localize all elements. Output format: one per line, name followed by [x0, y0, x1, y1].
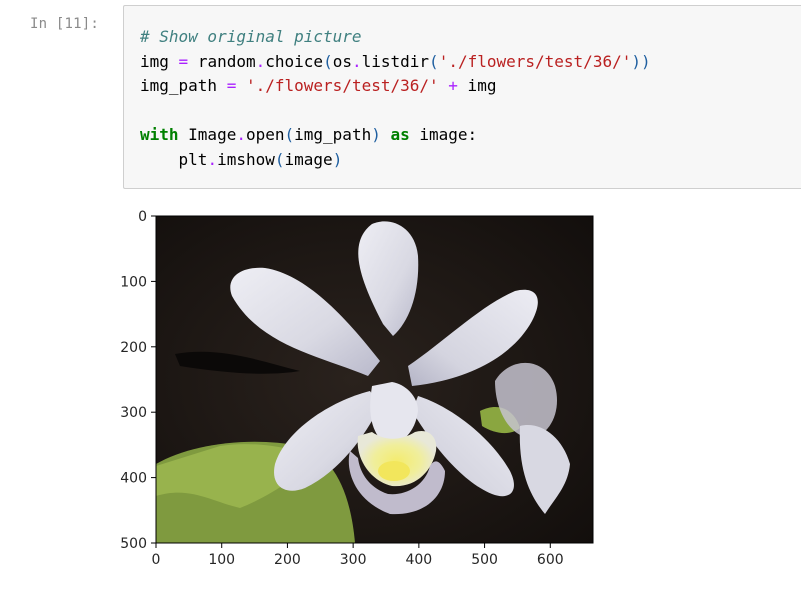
- x-tick-label: 0: [152, 552, 161, 568]
- y-tick-label: 100: [120, 274, 147, 290]
- x-tick-label: 600: [537, 552, 564, 568]
- x-tick-label: 300: [340, 552, 367, 568]
- orchid-image: [156, 216, 593, 543]
- code-token: img: [140, 51, 169, 71]
- code-token: as: [390, 125, 410, 144]
- code-token: ): [332, 149, 343, 169]
- code-editor[interactable]: # Show original picture img = random.choi…: [140, 25, 651, 172]
- code-token: (: [274, 149, 285, 169]
- code-token: choice: [265, 51, 324, 71]
- code-token: listdir: [361, 51, 430, 71]
- y-tick-label: 200: [120, 340, 147, 356]
- y-tick-label: 400: [120, 471, 147, 487]
- code-token: ): [371, 125, 381, 144]
- code-token: open: [245, 125, 285, 144]
- code-token: # Show original picture: [140, 27, 362, 46]
- x-tick-label: 500: [471, 552, 498, 568]
- code-cell-input[interactable]: # Show original picture img = random.choi…: [123, 5, 801, 189]
- code-token: img_path: [294, 125, 372, 144]
- code-token: .: [351, 51, 362, 71]
- code-token: .: [207, 149, 218, 169]
- y-tick-label: 0: [138, 209, 147, 225]
- code-line: img = random.choice(os.listdir('./flower…: [140, 50, 651, 75]
- code-token: (: [429, 51, 439, 71]
- code-token: './flowers/test/36/': [438, 51, 632, 71]
- code-token: os: [332, 51, 352, 71]
- y-tick-label: 300: [120, 405, 147, 421]
- code-token: img: [457, 76, 497, 95]
- y-tick-label: 500: [120, 536, 147, 552]
- code-token: .: [255, 51, 266, 71]
- code-token: =: [178, 51, 189, 71]
- code-token: )): [631, 51, 651, 71]
- code-line: img_path = './flowers/test/36/' + img: [140, 74, 651, 99]
- code-token: (: [284, 125, 295, 144]
- code-token: with: [140, 125, 179, 144]
- cell-prompt: In [11]:: [30, 16, 100, 32]
- code-token: =: [226, 76, 237, 95]
- code-token: (: [323, 51, 333, 71]
- code-token: .: [236, 125, 246, 144]
- code-token: img_path: [140, 76, 218, 95]
- code-token: image: [284, 149, 333, 169]
- code-token: Image: [178, 125, 237, 144]
- cell-output: 0 100 200 300 400 500 600 0 100 200 300 400 500: [100, 196, 620, 586]
- code-token: './flowers/test/36/': [245, 76, 439, 95]
- code-token: image:: [409, 125, 478, 144]
- x-tick-label: 100: [208, 552, 235, 568]
- code-token: +: [448, 76, 458, 95]
- x-tick-label: 200: [274, 552, 301, 568]
- code-line: with Image.open(img_path) as image:: [140, 123, 651, 148]
- code-token: imshow: [217, 149, 275, 169]
- code-line: plt.imshow(image): [140, 148, 651, 173]
- code-token: plt: [140, 149, 208, 169]
- imshow-plot: 0 100 200 300 400 500 600 0 100 200 300 400 500: [120, 209, 594, 568]
- code-line: # Show original picture: [140, 25, 651, 50]
- x-tick-label: 400: [405, 552, 432, 568]
- code-token: random: [188, 51, 256, 71]
